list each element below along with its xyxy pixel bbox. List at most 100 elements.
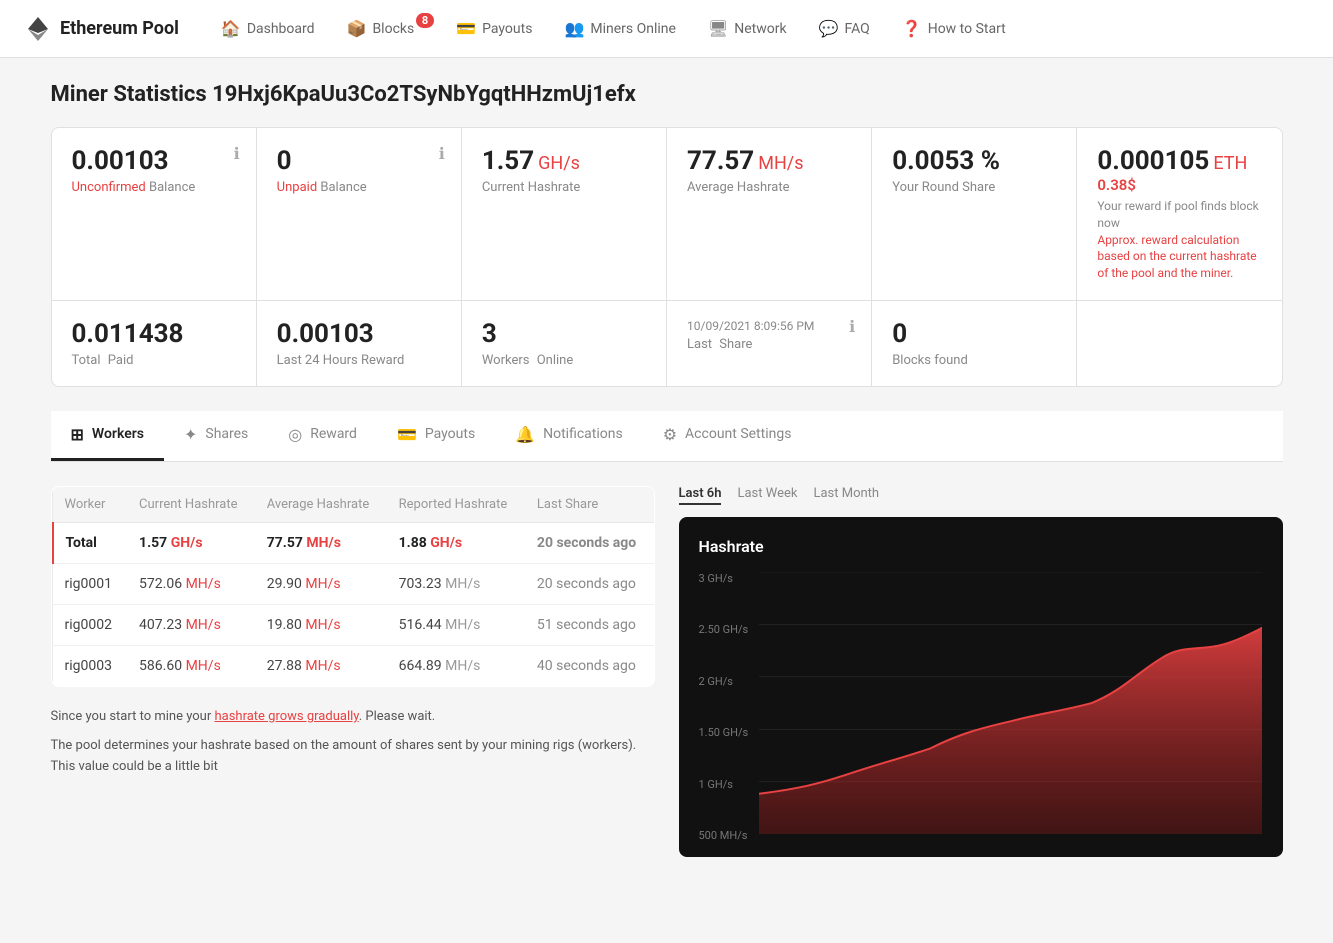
navigation: Ethereum Pool 🏠 Dashboard 📦 Blocks 8 💳 P… xyxy=(0,0,1333,58)
tab-payouts-label: Payouts xyxy=(425,426,475,442)
main-content: Miner Statistics 19Hxj6KpaUu3Co2TSyNbYgq… xyxy=(27,58,1307,881)
col-last-share: Last Share xyxy=(525,486,654,522)
col-reported-hashrate: Reported Hashrate xyxy=(387,486,525,522)
current-hashrate-unit: GH/s xyxy=(538,153,580,174)
unconfirmed-label-gray: Balance xyxy=(149,180,195,195)
tab-reward-label: Reward xyxy=(310,426,357,442)
chart-area: 3 GH/s 2.50 GH/s 2 GH/s 1.50 GH/s 1 GH/s… xyxy=(699,572,1263,842)
info-icon-unpaid[interactable]: ℹ xyxy=(439,144,445,163)
chart-tab-last6h[interactable]: Last 6h xyxy=(679,486,722,505)
stat-last24h: 0.00103 Last 24 Hours Reward xyxy=(257,301,462,386)
rig3-average: 27.88 MH/s xyxy=(255,645,387,686)
total-name: Total xyxy=(52,522,127,563)
workers-label-gray: Workers xyxy=(482,353,530,368)
y-label-1gh: 1 GH/s xyxy=(699,778,749,791)
reward-approx: Approx. reward calculation based on the … xyxy=(1097,232,1261,282)
tab-workers[interactable]: ⊞ Workers xyxy=(51,411,164,461)
chart-title: Hashrate xyxy=(699,537,1263,556)
last-share-value: 10/09/2021 8:09:56 PM xyxy=(687,319,814,333)
miners-icon: 👥 xyxy=(564,19,584,38)
round-share-label: Your Round Share xyxy=(892,180,1056,195)
info-icon-last-share[interactable]: ℹ xyxy=(849,317,855,336)
table-row: rig0003 586.60 MH/s 27.88 MH/s 664.89 MH… xyxy=(52,645,654,686)
table-header-row: Worker Current Hashrate Average Hashrate… xyxy=(52,486,654,522)
faq-icon: 💬 xyxy=(819,19,839,38)
tab-payouts[interactable]: 💳 Payouts xyxy=(377,411,495,461)
payouts-tab-icon: 💳 xyxy=(397,425,417,444)
tab-shares[interactable]: ✦ Shares xyxy=(164,411,268,461)
workers-value: 3 xyxy=(482,319,497,349)
hashrate-svg xyxy=(759,572,1263,834)
rig2-average: 19.80 MH/s xyxy=(255,604,387,645)
tab-reward[interactable]: ◎ Reward xyxy=(268,411,377,461)
notes: Since you start to mine your hashrate gr… xyxy=(51,707,655,777)
round-share-value: 0.0053 % xyxy=(892,146,1000,176)
hashrate-chart: Hashrate 3 GH/s 2.50 GH/s 2 GH/s 1.50 GH… xyxy=(679,517,1283,857)
page-title: Miner Statistics 19Hxj6KpaUu3Co2TSyNbYgq… xyxy=(51,82,1283,107)
nav-blocks[interactable]: 📦 Blocks 8 xyxy=(333,11,439,46)
chart-tab-lastweek[interactable]: Last Week xyxy=(737,486,797,505)
payouts-icon: 💳 xyxy=(456,19,476,38)
stat-last-share: ℹ 10/09/2021 8:09:56 PM Last Share xyxy=(667,301,872,386)
nav-faq-label: FAQ xyxy=(845,21,870,37)
dashboard-icon: 🏠 xyxy=(221,19,241,38)
nav-payouts[interactable]: 💳 Payouts xyxy=(442,11,546,46)
nav-miners[interactable]: 👥 Miners Online xyxy=(550,11,689,46)
y-label-3gh: 3 GH/s xyxy=(699,572,749,585)
total-current: 1.57 GH/s xyxy=(127,522,255,563)
last-share-label-dark: Share xyxy=(719,337,752,352)
tab-notifications-label: Notifications xyxy=(543,426,623,442)
unconfirmed-value: 0.00103 xyxy=(72,146,169,176)
howto-icon: ❓ xyxy=(902,19,922,38)
reward-value: 0.000105 xyxy=(1097,146,1209,176)
reward-unit: ETH xyxy=(1213,153,1247,174)
tab-account-settings[interactable]: ⚙ Account Settings xyxy=(643,411,812,461)
nav-dashboard[interactable]: 🏠 Dashboard xyxy=(207,11,329,46)
logo: Ethereum Pool xyxy=(24,15,179,43)
tab-notifications[interactable]: 🔔 Notifications xyxy=(495,411,643,461)
note-line1-prefix: Since you start to mine your xyxy=(51,709,215,724)
nav-payouts-label: Payouts xyxy=(482,21,532,37)
stat-total-paid: 0.011438 Total Paid xyxy=(52,301,257,386)
stats-row-2: 0.011438 Total Paid 0.00103 Last 24 Hour… xyxy=(52,301,1282,386)
nav-blocks-label: Blocks xyxy=(372,21,414,37)
tab-shares-label: Shares xyxy=(205,426,248,442)
blocks-icon: 📦 xyxy=(347,19,367,38)
info-icon-unconfirmed[interactable]: ℹ xyxy=(234,144,240,163)
tab-account-settings-label: Account Settings xyxy=(685,426,791,442)
workers-table: Worker Current Hashrate Average Hashrate… xyxy=(51,486,655,687)
nav-dashboard-label: Dashboard xyxy=(247,21,315,37)
table-row: rig0001 572.06 MH/s 29.90 MH/s 703.23 MH… xyxy=(52,563,654,604)
nav-network[interactable]: 🖥 Network xyxy=(694,11,801,46)
total-reported: 1.88 GH/s xyxy=(387,522,525,563)
stat-blocks-found: 0 Blocks found xyxy=(872,301,1077,386)
blocks-found-value: 0 xyxy=(892,319,907,349)
col-avg-hashrate: Average Hashrate xyxy=(255,486,387,522)
chart-time-tabs: Last 6h Last Week Last Month xyxy=(679,486,1283,505)
stat-empty xyxy=(1077,301,1281,386)
reward-desc: Your reward if pool finds block now xyxy=(1097,198,1261,232)
reward-tab-icon: ◎ xyxy=(288,425,302,444)
tab-bar: ⊞ Workers ✦ Shares ◎ Reward 💳 Payouts 🔔 … xyxy=(51,411,1283,462)
avg-hashrate-label: Average Hashrate xyxy=(687,180,851,195)
last24h-value: 0.00103 xyxy=(277,319,374,349)
total-last-share: 20 seconds ago xyxy=(525,522,654,563)
stat-workers: 3 Workers Online xyxy=(462,301,667,386)
nav-howto[interactable]: ❓ How to Start xyxy=(888,11,1020,46)
chart-tab-lastmonth[interactable]: Last Month xyxy=(813,486,879,505)
last24h-label: Last 24 Hours Reward xyxy=(277,353,441,368)
account-settings-tab-icon: ⚙ xyxy=(663,425,677,444)
note-hashrate-link[interactable]: hashrate grows gradually xyxy=(214,709,358,724)
col-worker: Worker xyxy=(52,486,127,522)
table-row-total: Total 1.57 GH/s 77.57 MH/s 1.88 GH/s 20 … xyxy=(52,522,654,563)
avg-hashrate-value: 77.57 xyxy=(687,146,754,176)
stat-reward: 0.000105 ETH 0.38$ Your reward if pool f… xyxy=(1077,128,1281,300)
workers-label-dark: Online xyxy=(537,353,574,368)
logo-text: Ethereum Pool xyxy=(60,18,179,39)
y-label-250: 2.50 GH/s xyxy=(699,623,749,636)
nav-faq[interactable]: 💬 FAQ xyxy=(805,11,884,46)
stat-round-share: 0.0053 % Your Round Share xyxy=(872,128,1077,300)
unconfirmed-label-orange: Unconfirmed xyxy=(72,180,146,195)
y-label-150: 1.50 GH/s xyxy=(699,726,749,739)
rig2-last-share: 51 seconds ago xyxy=(525,604,654,645)
